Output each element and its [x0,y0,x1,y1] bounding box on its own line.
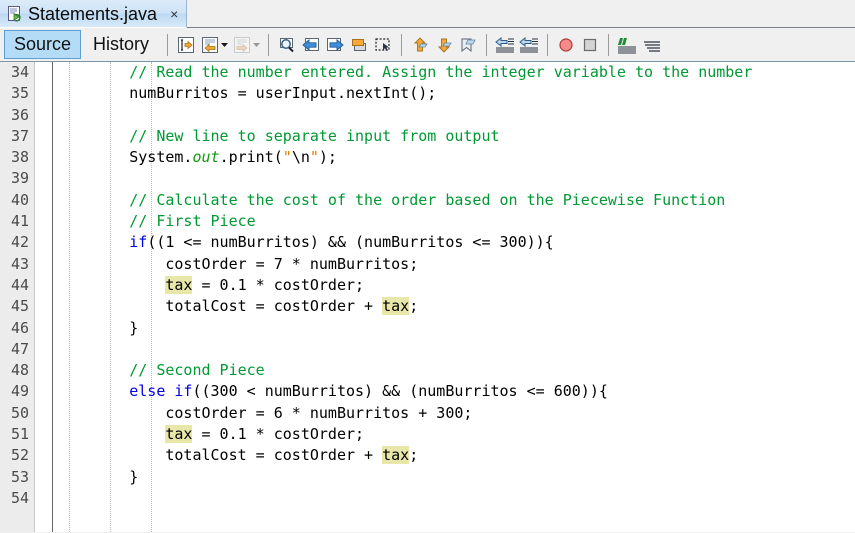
comment-icon[interactable] [616,34,638,56]
code-line[interactable]: if((1 <= numBurritos) && (numBurritos <=… [53,232,855,253]
last-edit-icon[interactable] [175,34,197,56]
shift-line-left-icon[interactable] [494,34,516,56]
code-line[interactable] [53,105,855,126]
line-number: 54 [10,488,29,507]
toggle-highlight-icon[interactable] [348,34,370,56]
find-selection-icon[interactable] [276,34,298,56]
start-macro-recording-icon[interactable] [555,34,577,56]
line-number-gutter: 34 35 36 37 38 39 40 41 42 43 44 45 46 47 48 49 50 51 52 53… [0,62,35,532]
line-number: 44 [10,275,29,294]
code-line[interactable]: totalCost = costOrder + tax; [53,296,855,317]
document-tab-strip: Statements.java × [0,0,855,28]
line-number: 34 [10,63,29,81]
previous-bookmark-icon[interactable] [409,34,431,56]
code-line[interactable] [53,488,855,509]
code-line[interactable]: // Second Piece [53,360,855,381]
java-file-icon [8,5,21,22]
line-number: 38 [10,148,29,167]
line-number: 42 [10,233,29,252]
code-editor[interactable]: 34 35 36 37 38 39 40 41 42 43 44 45 46 47 48 49 50 51 52 53… [0,62,855,532]
line-number: 35 [10,84,29,103]
code-line[interactable]: totalCost = costOrder + tax; [53,445,855,466]
line-number: 49 [10,382,29,401]
code-text-area[interactable]: // Read the number entered. Assign the i… [53,62,855,532]
line-number: 43 [10,254,29,273]
stop-macro-recording-icon[interactable] [579,34,601,56]
toggle-rectangular-selection-icon[interactable] [372,34,394,56]
toolbar-separator [268,33,270,56]
line-number: 45 [10,297,29,316]
netbeans-editor-window: Statements.java × Source History 34 35 3… [0,0,855,533]
toolbar-separator [401,33,403,56]
uncomment-icon[interactable] [640,34,662,56]
line-number: 46 [10,318,29,337]
code-line[interactable]: numBurritos = userInput.nextInt(); [53,83,855,104]
tab-history[interactable]: History [83,30,159,59]
toggle-bookmark-icon[interactable] [457,34,479,56]
line-number: 36 [10,105,29,124]
line-number: 47 [10,339,29,358]
code-line[interactable]: // Calculate the cost of the order based… [53,190,855,211]
document-tab-label: Statements.java [28,3,158,24]
tab-source[interactable]: Source [4,30,82,59]
line-number: 39 [10,169,29,188]
code-line[interactable] [53,339,855,360]
document-tab-statements-java[interactable]: Statements.java × [0,0,188,28]
editor-toolbar: Source History [0,28,855,62]
code-line[interactable]: costOrder = 6 * numBurritos + 300; [53,403,855,424]
code-line[interactable]: // First Piece [53,211,855,232]
next-bookmark-icon[interactable] [433,34,455,56]
code-line[interactable] [53,168,855,189]
line-number: 52 [10,446,29,465]
code-line[interactable]: tax = 0.1 * costOrder; [53,424,855,445]
line-number: 50 [10,403,29,422]
close-icon[interactable]: × [168,7,180,21]
find-next-icon[interactable] [324,34,346,56]
forward-dropdown-icon[interactable] [252,37,261,53]
line-number: 53 [10,467,29,486]
line-number: 40 [10,190,29,209]
code-line[interactable]: } [53,318,855,339]
code-line[interactable]: // Read the number entered. Assign the i… [53,62,855,83]
code-line[interactable]: tax = 0.1 * costOrder; [53,275,855,296]
toolbar-separator [167,33,169,56]
toolbar-separator [608,33,610,56]
code-line[interactable]: costOrder = 7 * numBurritos; [53,254,855,275]
code-line[interactable]: } [53,467,855,488]
shift-line-right-icon[interactable] [518,34,540,56]
line-number: 41 [10,212,29,231]
code-line[interactable]: // New line to separate input from outpu… [53,126,855,147]
line-number: 51 [10,425,29,444]
find-previous-icon[interactable] [300,34,322,56]
code-line[interactable]: else if((300 < numBurritos) && (numBurri… [53,381,855,402]
code-line[interactable]: System.out.print("\n"); [53,147,855,168]
line-number: 37 [10,126,29,145]
line-number: 48 [10,361,29,380]
glyph-margin[interactable] [35,62,52,532]
toolbar-separator [486,33,488,56]
back-navigation-icon[interactable] [199,34,221,56]
forward-navigation-icon[interactable] [231,34,253,56]
back-dropdown-icon[interactable] [220,37,229,53]
toolbar-separator [547,33,549,56]
